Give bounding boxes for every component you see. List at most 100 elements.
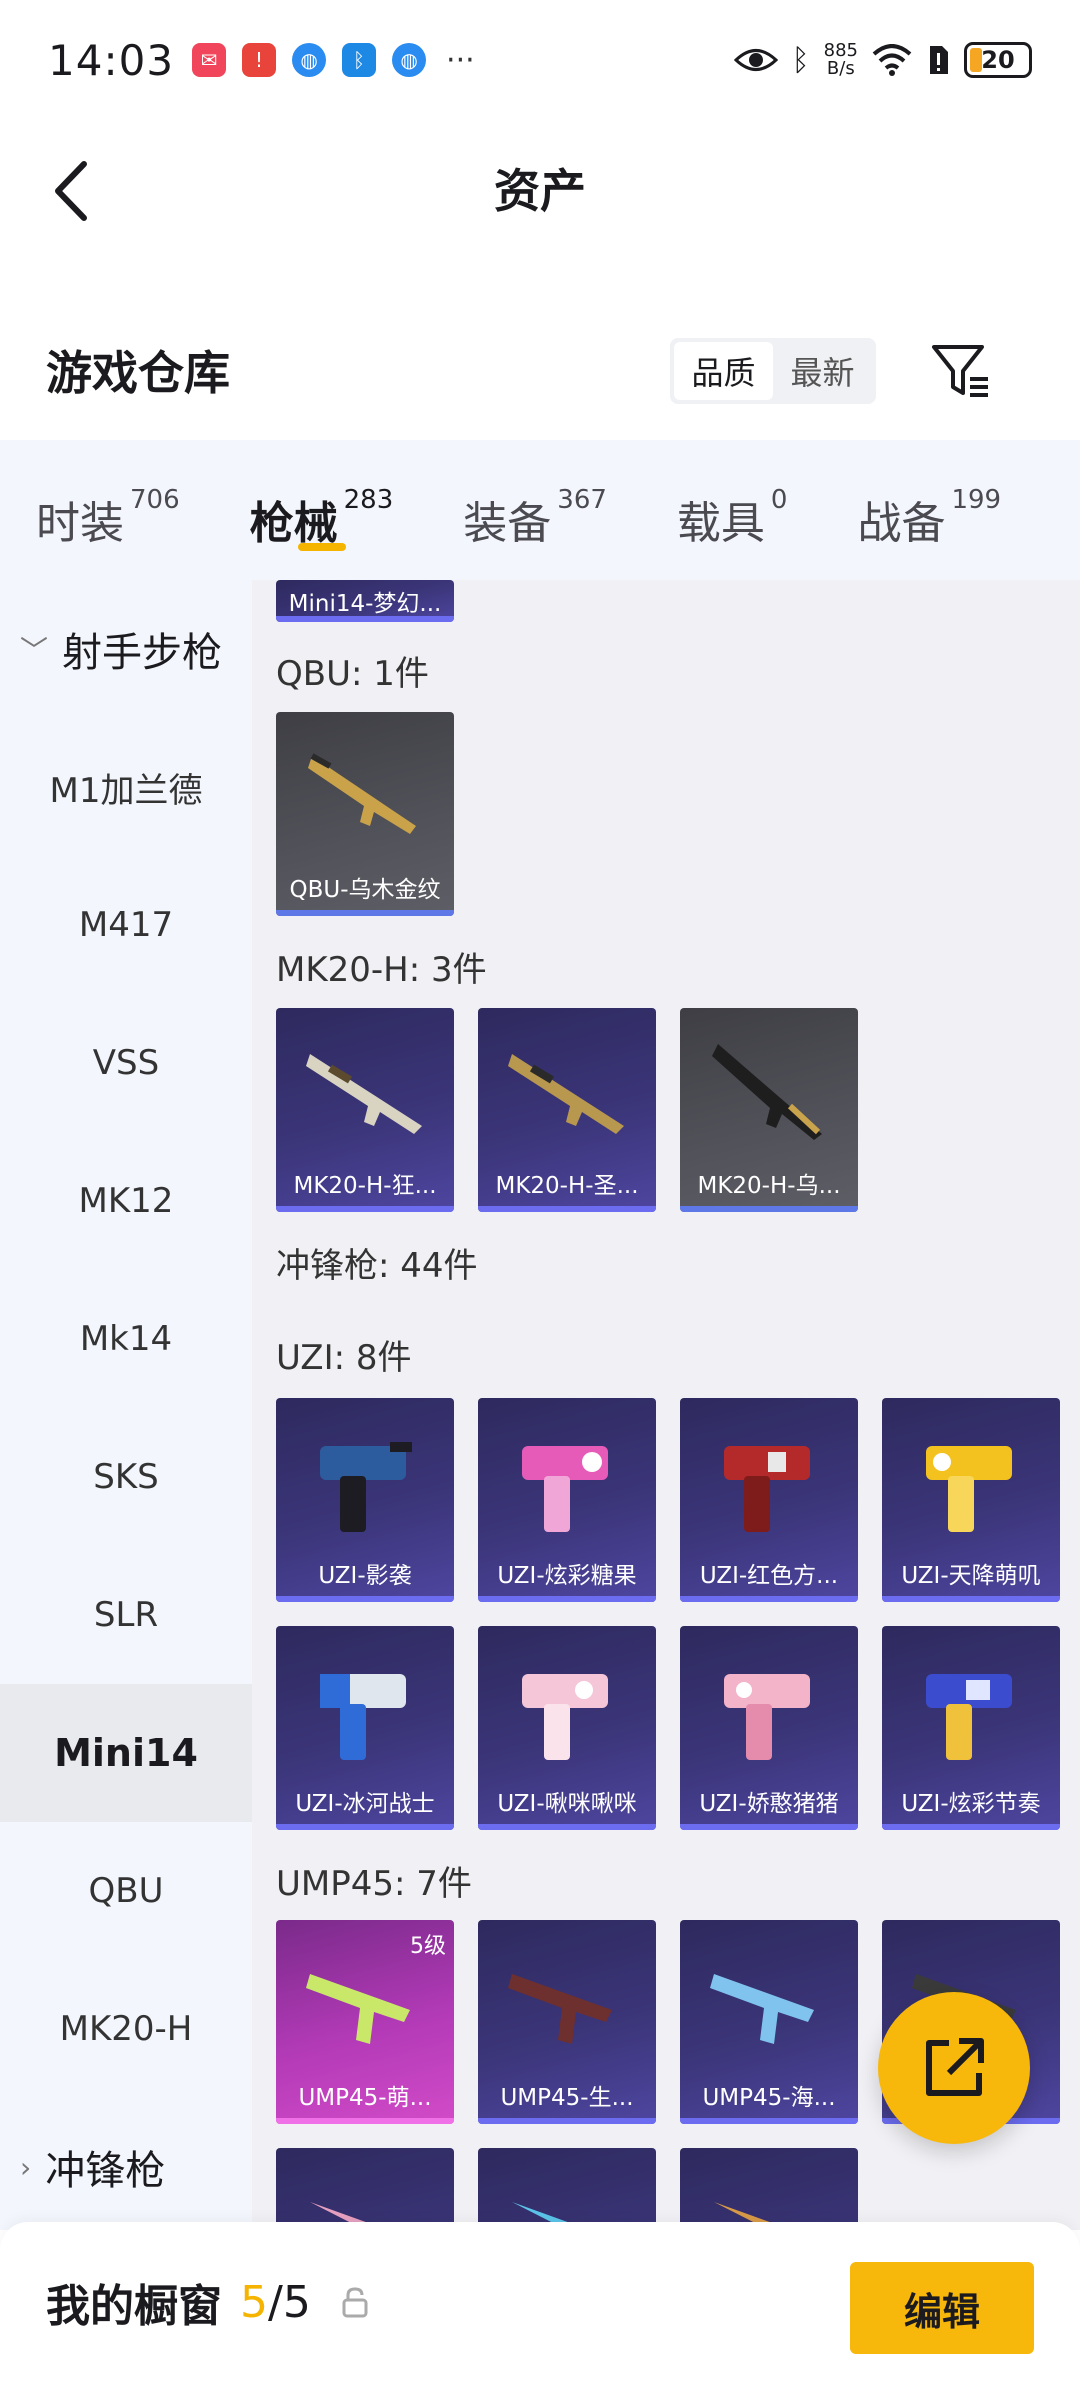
smg-icon: [724, 1674, 810, 1760]
weapon-card[interactable]: UZI-红色方...: [680, 1398, 858, 1602]
app-root: 14:03 ✉ ! ◍ ᛒ ◍ ··· ᛒ 885 B/s 20 资产 游戏仓库…: [0, 0, 1080, 2382]
weapon-card[interactable]: UMP45-生...: [478, 1920, 656, 2124]
sidebar-item-mk20h[interactable]: MK20-H: [0, 1960, 252, 2098]
weapon-card-name: MK20-H-乌...: [697, 1173, 841, 1199]
group-label-qbu: QBU: 1件: [276, 654, 429, 694]
weapon-card-name: UZI-炫彩节奏: [901, 1791, 1041, 1817]
sidebar-item-vss[interactable]: VSS: [0, 994, 252, 1132]
status-time: 14:03: [48, 35, 175, 85]
status-bar: 14:03 ✉ ! ◍ ᛒ ◍ ··· ᛒ 885 B/s 20: [0, 0, 1080, 120]
weapon-card-name: UZI-炫彩糖果: [497, 1563, 637, 1589]
weapon-card[interactable]: MK20-H-圣...: [478, 1008, 656, 1212]
weapon-card[interactable]: Mini14-梦幻...: [276, 580, 454, 622]
tab-vehicles[interactable]: 载具 0: [677, 465, 788, 555]
sidebar-group-smg[interactable]: › 冲锋枪: [0, 2098, 252, 2230]
sidebar-item-qbu[interactable]: QBU: [0, 1822, 252, 1960]
filter-button[interactable]: [926, 336, 996, 406]
chevron-right-icon: ›: [20, 2150, 32, 2184]
weapon-card[interactable]: UZI-炫彩节奏: [882, 1626, 1060, 1830]
eye-icon: [733, 49, 778, 71]
rifle-icon: [712, 1044, 822, 1140]
battery-level: 20: [981, 46, 1015, 74]
tab-supplies[interactable]: 战备 199: [857, 465, 1001, 555]
sidebar-item-mk12[interactable]: MK12: [0, 1132, 252, 1270]
tab-label: 时装: [36, 498, 124, 549]
weapon-card[interactable]: UZI-炫彩糖果: [478, 1398, 656, 1602]
tab-count: 0: [770, 485, 788, 515]
weapon-card-name: UZI-啾咪啾咪: [497, 1791, 637, 1817]
weapon-card[interactable]: UZI-影袭: [276, 1398, 454, 1602]
weapon-card[interactable]: QBU-乌木金纹: [276, 712, 454, 916]
sort-by-latest[interactable]: 最新: [773, 342, 872, 400]
sort-by-quality[interactable]: 品质: [674, 342, 773, 400]
edit-button[interactable]: 编辑: [850, 2262, 1034, 2354]
chevron-left-icon: [55, 161, 87, 221]
network-rate: 885 B/s: [824, 42, 858, 78]
weapon-card[interactable]: [680, 2148, 858, 2230]
tab-count: 706: [130, 485, 180, 515]
sidebar-item-mini14[interactable]: Mini14: [0, 1684, 252, 1822]
system-indicators: ᛒ 885 B/s 20: [733, 42, 1032, 78]
tab-count: 199: [951, 485, 1002, 515]
sidebar-item-mk14[interactable]: Mk14: [0, 1270, 252, 1408]
back-button[interactable]: [40, 156, 100, 226]
weapon-card[interactable]: 5级 UMP45-萌...: [276, 1920, 454, 2124]
weapon-sidebar: ﹀ 射手步枪 M1加兰德 M417 VSS MK12 Mk14 SKS SLR …: [0, 580, 252, 2230]
browser-app-icon-2: ◍: [392, 43, 427, 77]
weapon-card-name: UZI-影袭: [318, 1563, 412, 1589]
sidebar-item-slr[interactable]: SLR: [0, 1546, 252, 1684]
weapon-card[interactable]: MK20-H-狂...: [276, 1008, 454, 1212]
weapon-card[interactable]: UZI-冰河战士: [276, 1626, 454, 1830]
smg-icon: [926, 1446, 1012, 1532]
sidebar-item-m1-garand[interactable]: M1加兰德: [0, 718, 252, 856]
weapon-card[interactable]: MK20-H-乌...: [680, 1008, 858, 1212]
active-tab-indicator: [297, 543, 346, 551]
weapon-card[interactable]: [276, 2148, 454, 2230]
sort-toggle: 品质 最新: [670, 338, 876, 404]
weapon-card-name: UZI-冰河战士: [295, 1791, 435, 1817]
group-label-mk20h: MK20-H: 3件: [276, 950, 487, 990]
group-label-uzi: UZI: 8件: [276, 1338, 412, 1378]
mail-app-icon: ✉: [192, 43, 227, 77]
group-label-ump45: UMP45: 7件: [276, 1864, 472, 1904]
weapon-grid: Mini14-梦幻... QBU: 1件 QBU-乌木金纹 MK20-H: 3件…: [252, 580, 1080, 2230]
tab-firearms[interactable]: 枪械 283: [249, 465, 393, 555]
browser-app-icon: ◍: [292, 43, 327, 77]
smg-icon: [522, 1674, 608, 1760]
smg-icon: [310, 2202, 388, 2230]
weapon-card-name: MK20-H-圣...: [495, 1173, 639, 1199]
sidebar-group-marksman[interactable]: ﹀ 射手步枪: [0, 580, 252, 718]
external-link-icon: [926, 2038, 984, 2096]
warehouse-header: 游戏仓库 品质 最新: [0, 320, 1080, 420]
weapon-card[interactable]: UMP45-海...: [680, 1920, 858, 2124]
tab-equipment[interactable]: 装备 367: [463, 465, 607, 555]
weapon-card-name: UMP45-生...: [500, 2085, 634, 2111]
share-fab[interactable]: [878, 1992, 1030, 2144]
weapon-card-name: UZI-红色方...: [699, 1563, 839, 1589]
smg-icon: [320, 1674, 406, 1760]
weapon-card[interactable]: UZI-天降萌叽: [882, 1398, 1060, 1602]
smg-icon: [522, 1446, 608, 1532]
smg-icon: [320, 1442, 412, 1532]
category-tabs: 时装 706 枪械 283 装备 367 载具 0 战备 199: [0, 440, 1080, 580]
sim-alert-icon: [930, 46, 948, 74]
notification-icons: ✉ ! ◍ ᛒ ◍ ···: [192, 43, 475, 78]
weapon-card-name: UZI-天降萌叽: [901, 1563, 1041, 1589]
sidebar-item-m417[interactable]: M417: [0, 856, 252, 994]
smg-icon: [724, 1446, 810, 1532]
smg-icon: [508, 1974, 612, 2044]
smg-icon: [306, 1974, 410, 2044]
weapon-card-name: MK20-H-狂...: [293, 1173, 437, 1199]
more-notifications-icon: ···: [446, 42, 475, 78]
showcase-count-current: 5: [240, 2276, 268, 2328]
tab-fashion[interactable]: 时装 706: [36, 465, 180, 555]
tab-label: 枪械: [249, 498, 338, 549]
sidebar-item-sks[interactable]: SKS: [0, 1408, 252, 1546]
showcase-count-total: /5: [268, 2276, 311, 2328]
weapon-card[interactable]: UZI-啾咪啾咪: [478, 1626, 656, 1830]
tab-label: 载具: [676, 498, 765, 549]
page-header: 资产: [0, 120, 1080, 256]
battery-indicator: 20: [964, 42, 1032, 78]
weapon-card[interactable]: [478, 2148, 656, 2230]
weapon-card[interactable]: UZI-娇憨猪猪: [680, 1626, 858, 1830]
